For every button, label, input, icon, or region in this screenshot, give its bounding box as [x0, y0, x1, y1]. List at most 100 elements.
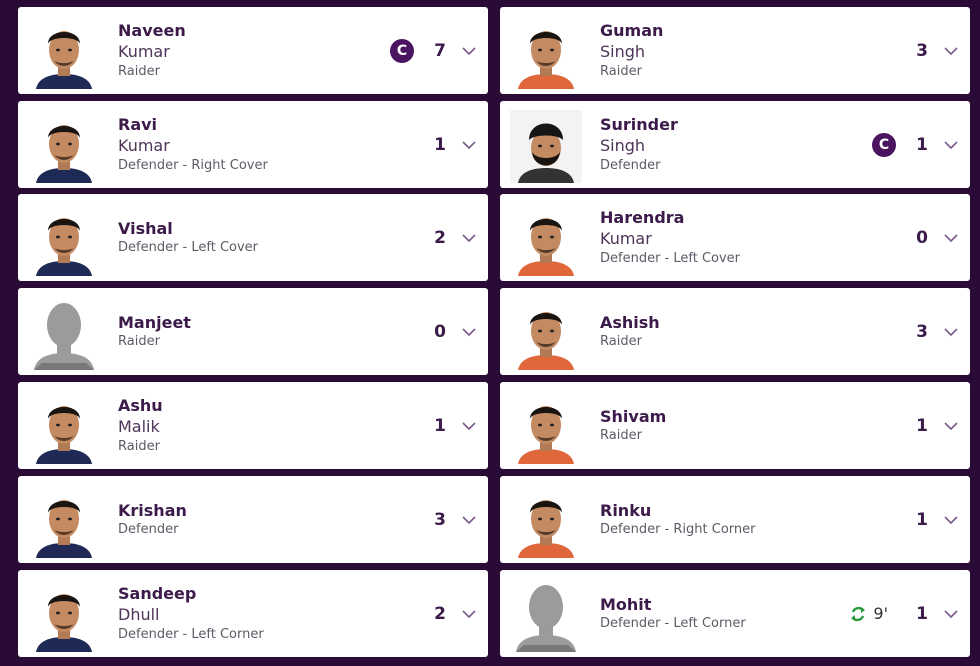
player-avatar: [28, 579, 100, 652]
player-stats: 3: [914, 288, 958, 375]
placeholder-avatar: [510, 579, 582, 652]
player-info: Guman Singh Raider: [600, 7, 663, 94]
player-info: Vishal Defender - Left Cover: [118, 194, 258, 281]
chevron-down-icon[interactable]: [944, 609, 958, 619]
player-points: 1: [434, 415, 446, 436]
player-info: Harendra Kumar Defender - Left Cover: [600, 194, 740, 281]
player-points: 1: [434, 134, 446, 155]
player-stats: 3: [914, 7, 958, 94]
player-photo: [28, 110, 100, 183]
player-stats: 1: [432, 101, 476, 188]
player-stats: 1: [432, 382, 476, 469]
player-card[interactable]: Ravi Kumar Defender - Right Cover 1: [18, 101, 488, 188]
player-last-name: Dhull: [118, 605, 160, 624]
player-last-name: Singh: [600, 42, 646, 61]
player-card[interactable]: Ashish Raider 3: [500, 288, 970, 375]
chevron-down-icon[interactable]: [462, 140, 476, 150]
player-first-name: Ravi: [118, 115, 158, 134]
player-info: Ashish Raider: [600, 288, 660, 375]
player-stats: C 1: [872, 101, 958, 188]
player-last-name: Kumar: [118, 136, 170, 155]
player-avatar: [510, 297, 582, 370]
chevron-down-icon[interactable]: [462, 421, 476, 431]
player-card[interactable]: Rinku Defender - Right Corner 1: [500, 476, 970, 563]
player-position: Raider: [600, 64, 642, 79]
player-position: Raider: [118, 439, 160, 454]
player-card[interactable]: Manjeet Raider 0: [18, 288, 488, 375]
player-info: Ravi Kumar Defender - Right Cover: [118, 101, 268, 188]
player-stats: 2: [432, 570, 476, 657]
player-avatar: [28, 16, 100, 89]
player-avatar: [510, 110, 582, 183]
player-stats: 2: [432, 194, 476, 281]
chevron-down-icon[interactable]: [944, 46, 958, 56]
player-position: Defender - Right Corner: [600, 522, 756, 537]
player-stats: 1: [914, 476, 958, 563]
player-photo: [510, 391, 582, 464]
captain-badge: C: [872, 132, 896, 157]
player-points: 3: [916, 321, 928, 342]
player-card[interactable]: Shivam Raider 1: [500, 382, 970, 469]
player-card[interactable]: Sandeep Dhull Defender - Left Corner 2: [18, 570, 488, 657]
player-avatar: [28, 110, 100, 183]
chevron-down-icon[interactable]: [944, 327, 958, 337]
player-first-name: Rinku: [600, 501, 652, 520]
player-position: Raider: [118, 64, 160, 79]
player-first-name: Ashish: [600, 313, 660, 332]
chevron-down-icon[interactable]: [462, 46, 476, 56]
player-card[interactable]: Vishal Defender - Left Cover 2: [18, 194, 488, 281]
player-info: Surinder Singh Defender: [600, 101, 678, 188]
chevron-down-icon[interactable]: [462, 609, 476, 619]
player-position: Defender - Left Corner: [600, 616, 746, 631]
player-first-name: Krishan: [118, 501, 187, 520]
player-points: 3: [434, 509, 446, 530]
player-points: 1: [916, 134, 928, 155]
player-avatar: [28, 203, 100, 276]
chevron-down-icon[interactable]: [462, 327, 476, 337]
chevron-down-icon[interactable]: [944, 233, 958, 243]
player-photo: [510, 16, 582, 89]
player-last-name: Singh: [600, 136, 646, 155]
player-points: 2: [434, 227, 446, 248]
player-points: 0: [916, 227, 928, 248]
player-first-name: Naveen: [118, 21, 186, 40]
player-photo: [28, 485, 100, 558]
chevron-down-icon[interactable]: [944, 421, 958, 431]
player-stats: 0: [432, 288, 476, 375]
chevron-down-icon[interactable]: [462, 233, 476, 243]
player-card[interactable]: Ashu Malik Raider 1: [18, 382, 488, 469]
player-points: 0: [434, 321, 446, 342]
player-card[interactable]: Guman Singh Raider 3: [500, 7, 970, 94]
player-card[interactable]: Mohit Defender - Left Corner 9' 1: [500, 570, 970, 657]
player-info: Shivam Raider: [600, 382, 666, 469]
player-info: Krishan Defender: [118, 476, 187, 563]
player-first-name: Ashu: [118, 396, 163, 415]
player-stats: C 7: [390, 7, 476, 94]
player-photo: [510, 110, 582, 183]
player-position: Defender - Left Cover: [600, 251, 741, 266]
player-stats: 3: [432, 476, 476, 563]
player-card[interactable]: Krishan Defender 3: [18, 476, 488, 563]
player-card[interactable]: Naveen Kumar Raider C 7: [18, 7, 488, 94]
player-position: Raider: [600, 334, 642, 349]
player-points: 1: [916, 509, 928, 530]
player-info: Naveen Kumar Raider: [118, 7, 186, 94]
player-points: 7: [434, 40, 446, 61]
player-first-name: Mohit: [600, 595, 652, 614]
player-position: Defender: [118, 522, 179, 537]
chevron-down-icon[interactable]: [462, 515, 476, 525]
player-points: 3: [916, 40, 928, 61]
player-photo: [28, 579, 100, 652]
player-stats: 1: [914, 382, 958, 469]
chevron-down-icon[interactable]: [944, 140, 958, 150]
player-first-name: Guman: [600, 21, 664, 40]
player-photo: [28, 16, 100, 89]
player-points: 2: [434, 603, 446, 624]
player-photo: [510, 485, 582, 558]
placeholder-avatar: [28, 297, 100, 370]
chevron-down-icon[interactable]: [944, 515, 958, 525]
player-first-name: Surinder: [600, 115, 678, 134]
player-card[interactable]: Harendra Kumar Defender - Left Cover 0: [500, 194, 970, 281]
player-avatar: [510, 485, 582, 558]
player-card[interactable]: Surinder Singh Defender C 1: [500, 101, 970, 188]
